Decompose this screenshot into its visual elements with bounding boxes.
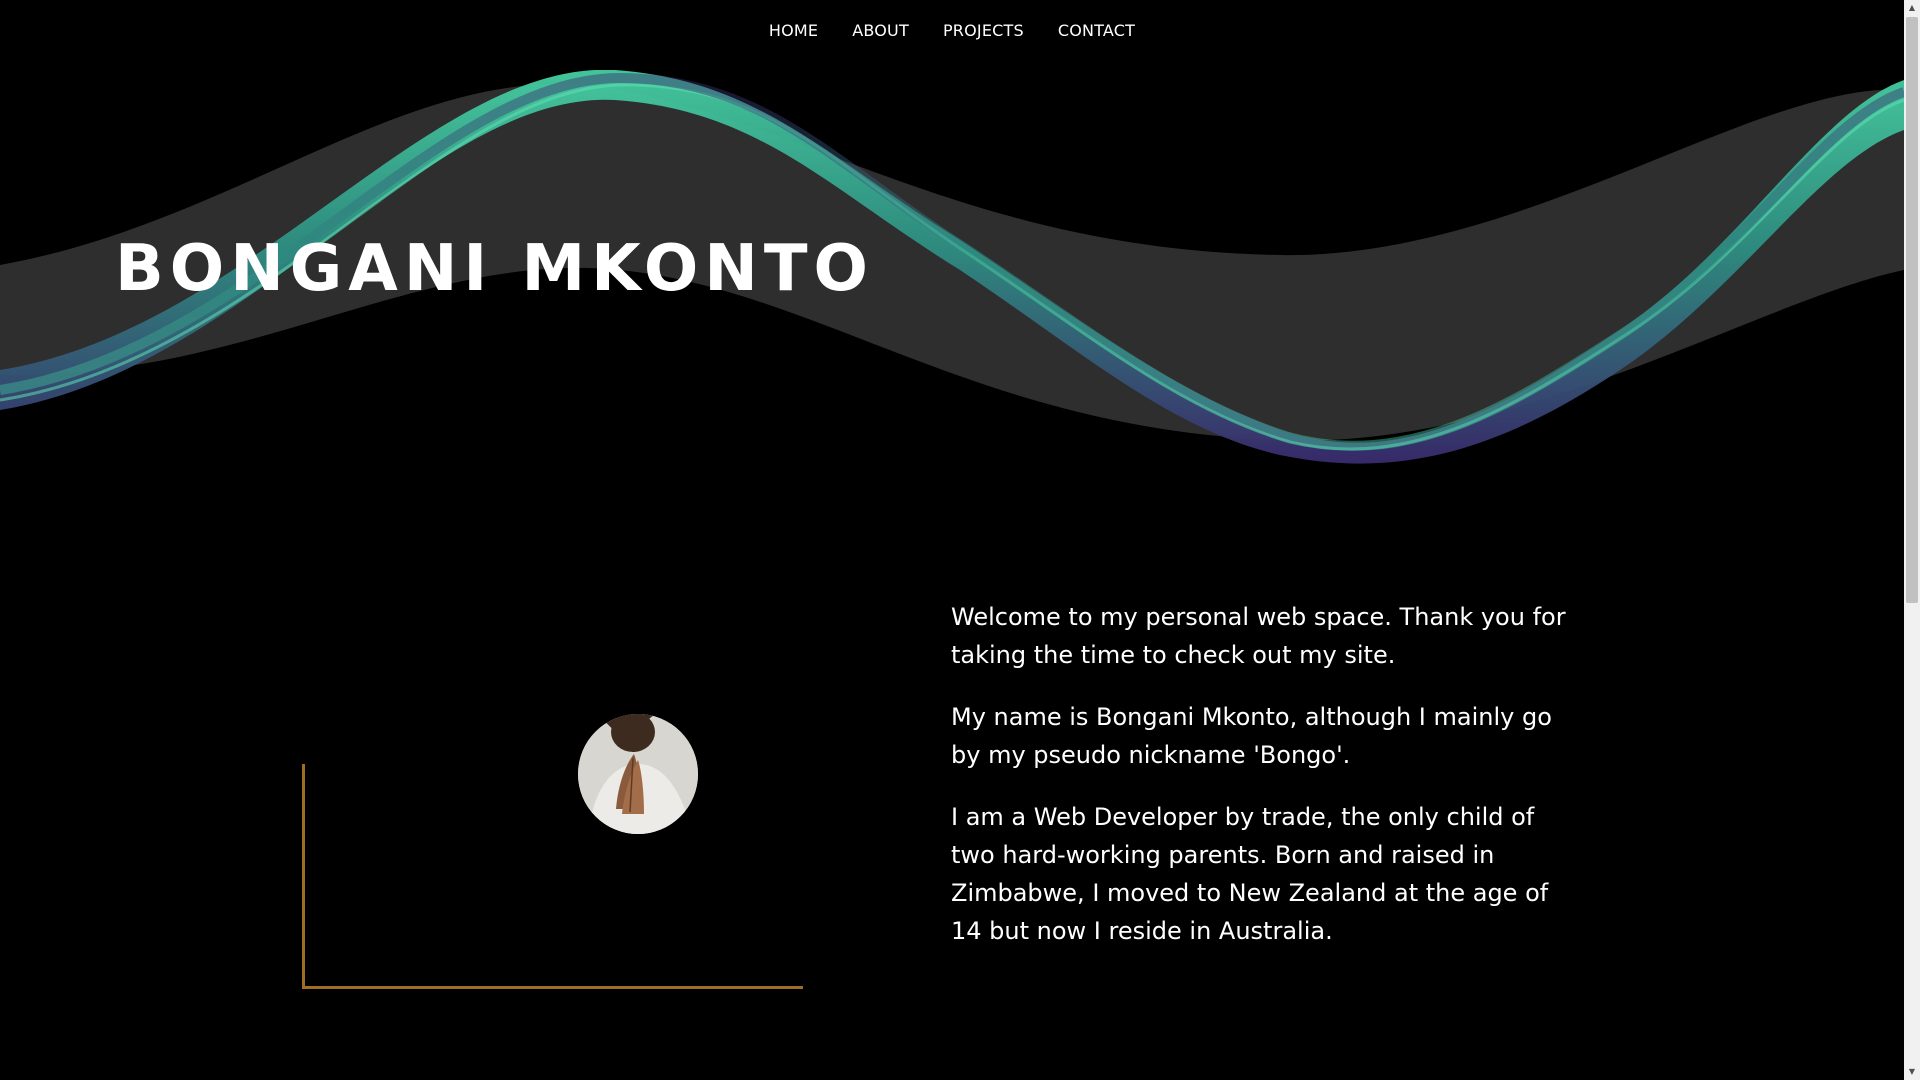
photo-frame-accent xyxy=(302,764,803,989)
chevron-up-icon[interactable]: ▲ xyxy=(1904,0,1920,16)
nav-home-link[interactable]: HOME xyxy=(769,21,818,40)
bio-paragraph-background: I am a Web Developer by trade, the only … xyxy=(951,803,1549,945)
nav-projects-link[interactable]: PROJECTS xyxy=(943,21,1024,40)
profile-photo xyxy=(578,714,698,834)
nav-contact-link[interactable]: CONTACT xyxy=(1058,21,1135,40)
main-nav: HOME ABOUT PROJECTS CONTACT xyxy=(0,0,1904,60)
page: HOME ABOUT PROJECTS CONTACT BONGANI MKON… xyxy=(0,0,1920,1080)
about-bio: Welcome to my personal web space. Thank … xyxy=(951,598,1581,974)
nav-about-link[interactable]: ABOUT xyxy=(852,21,909,40)
bio-paragraph-welcome: Welcome to my personal web space. Thank … xyxy=(951,603,1566,669)
bio-paragraph-name: My name is Bongani Mkonto, although I ma… xyxy=(951,703,1552,769)
scrollbar-thumb[interactable] xyxy=(1906,17,1918,603)
profile-photo-illustration xyxy=(578,714,698,834)
hero-title: BONGANI MKONTO xyxy=(115,232,874,306)
chevron-down-icon[interactable]: ▼ xyxy=(1904,1064,1920,1080)
page-scrollbar[interactable]: ▲ ▼ xyxy=(1904,0,1920,1080)
